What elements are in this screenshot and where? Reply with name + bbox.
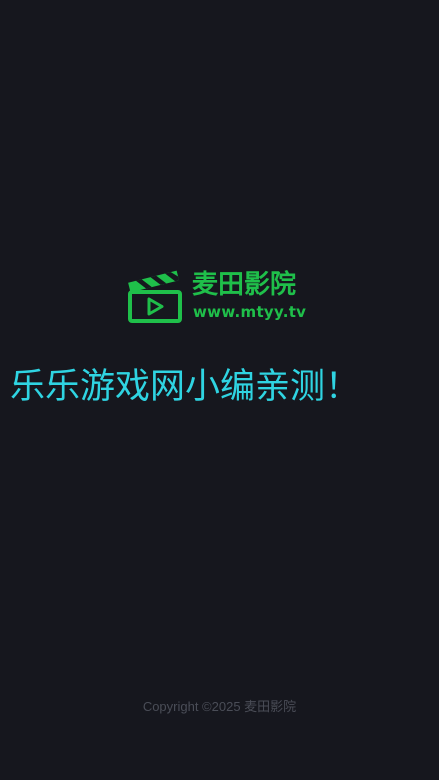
splash-screen: 麦田影院 www.mtyy.tv 乐乐游戏网小编亲测！ Copyright ©2… xyxy=(0,0,439,780)
overlay-caption: 乐乐游戏网小编亲测！ xyxy=(10,367,361,407)
copyright-text: Copyright ©2025 麦田影院 xyxy=(142,699,297,714)
clapperboard-play-icon xyxy=(128,270,182,323)
brand-logo: 麦田影院 www.mtyy.tv xyxy=(126,268,316,324)
brand-name: 麦田影院 xyxy=(192,270,297,300)
brand-url: www.mtyy.tv xyxy=(193,303,307,321)
